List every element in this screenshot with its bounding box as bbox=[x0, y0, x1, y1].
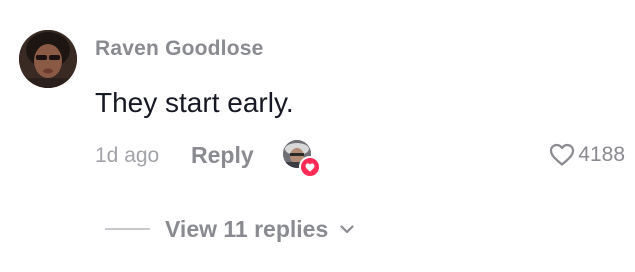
view-replies-button[interactable]: View 11 replies bbox=[105, 212, 354, 246]
chevron-down-icon bbox=[340, 224, 354, 233]
commenter-avatar[interactable] bbox=[19, 30, 77, 88]
comment-meta-row: 1d ago Reply 4188 bbox=[95, 138, 625, 178]
like-button[interactable]: 4188 bbox=[549, 140, 625, 170]
heart-outline-icon[interactable] bbox=[549, 143, 575, 167]
comment-timestamp: 1d ago bbox=[95, 144, 160, 167]
heart-filled-icon bbox=[299, 156, 321, 178]
like-count: 4188 bbox=[578, 143, 625, 166]
comment-author-name[interactable]: Raven Goodlose bbox=[95, 37, 264, 61]
replies-divider bbox=[105, 228, 150, 230]
reply-button[interactable]: Reply bbox=[191, 142, 254, 169]
comment-item: Raven Goodlose They start early. 1d ago … bbox=[0, 0, 635, 272]
comment-text: They start early. bbox=[95, 87, 294, 118]
liked-by-creator-indicator bbox=[283, 140, 321, 178]
view-replies-label: View 11 replies bbox=[165, 215, 329, 242]
